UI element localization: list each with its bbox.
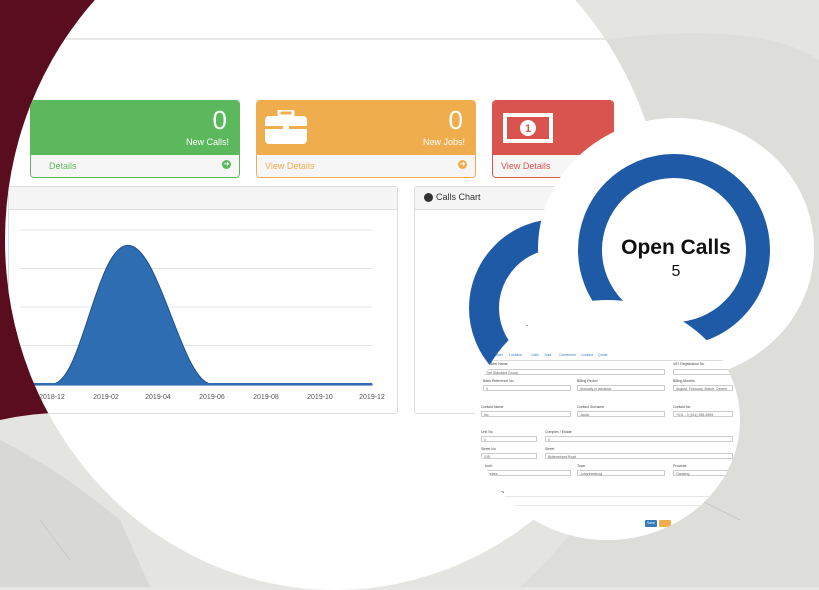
x-tick-label: 2019-10 [307, 394, 333, 401]
street-label: Street [545, 447, 555, 451]
tab-comments[interactable]: Comments [559, 353, 576, 357]
vat-registration-label: VAT Registration No [673, 362, 705, 366]
billing-months-label: Billing Months [673, 379, 695, 383]
province-select[interactable]: Gauteng [673, 470, 733, 476]
tab-location[interactable]: Location [509, 353, 522, 357]
open-calls-value: 5 [671, 263, 681, 280]
tab-contact[interactable]: Contact [581, 353, 593, 357]
pie-chart-icon [424, 193, 433, 202]
x-tick-label: 2019-06 [199, 394, 225, 401]
street-no-input[interactable]: 105 [481, 453, 537, 459]
x-tick-label: 2019-08 [253, 394, 279, 401]
bank-reference-label: Bank Reference No [483, 379, 514, 383]
province-label: Province [673, 464, 687, 468]
unit-no-input[interactable]: 0 [481, 436, 537, 442]
save-button[interactable]: Save [645, 520, 657, 527]
contact-surname-input[interactable]: Jacob [577, 411, 665, 417]
unit-no-label: Unit No [481, 430, 493, 434]
client-form-zoom-circle: Ope ller Main Location Calls Jobs Commen… [475, 300, 740, 540]
complex-input[interactable]: 0 [545, 436, 733, 442]
contact-no-label: Contact No [673, 405, 691, 409]
holder-name-label: Holder Name [487, 362, 508, 366]
x-tick-label: 2019-02 [93, 394, 119, 401]
calls-chart-title: Calls Chart [436, 192, 481, 202]
billing-period-select[interactable]: Annually in advance [577, 385, 665, 391]
billing-months-select[interactable]: August, February, March, Decem [673, 385, 733, 391]
contact-name-label: Contact Name [481, 405, 504, 409]
contact-surname-label: Contact Surname [577, 405, 605, 409]
tab-calls[interactable]: Calls [531, 353, 539, 357]
tab-quote[interactable]: Quote [598, 353, 608, 357]
form-tabs: Main Location Calls Jobs Comments Contac… [493, 352, 733, 361]
notes-textarea[interactable] [493, 496, 733, 506]
contact-no-input[interactable]: +011 - 0 (011) 355-5555 [673, 411, 733, 417]
partial-donut-title: Ope [505, 300, 538, 310]
series-area [19, 244, 373, 386]
contact-name-input[interactable]: No [481, 411, 571, 417]
x-tick-label: 2019-12 [359, 394, 385, 401]
partial-donut-subtitle: ller [517, 318, 530, 328]
open-calls-title: Open Calls [621, 236, 731, 259]
cancel-button[interactable] [659, 520, 671, 527]
complex-label: Complex / Estate [545, 430, 572, 434]
vat-registration-input[interactable] [673, 369, 733, 375]
notes-label: Notes [495, 490, 505, 494]
tab-jobs[interactable]: Jobs [544, 353, 551, 357]
holder-name-input[interactable]: The Standard Group [483, 369, 665, 375]
tab-main[interactable]: Main [495, 353, 503, 357]
suburb-input[interactable]: Lonetree [481, 470, 571, 476]
town-label: Town [577, 464, 586, 468]
x-tick-label: 2019-04 [145, 394, 171, 401]
town-input[interactable]: Johannesburg [577, 470, 665, 476]
x-tick-label: 2018-12 [39, 394, 65, 401]
street-no-label: Street No [481, 447, 496, 451]
bank-reference-input[interactable]: 0 [483, 385, 571, 391]
suburb-label: Suburb [481, 464, 493, 468]
street-input[interactable]: Buitenstraat Road [545, 453, 733, 459]
billing-period-label: Billing Period [577, 379, 598, 383]
